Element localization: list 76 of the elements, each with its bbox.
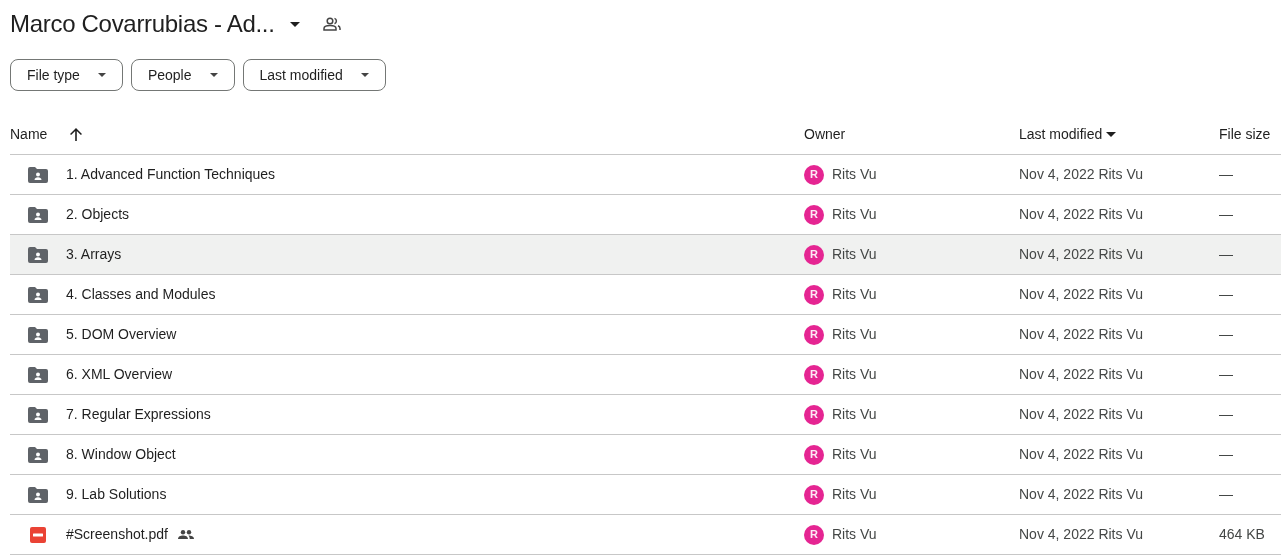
caret-icon [360, 73, 369, 77]
owner-name: Rits Vu [832, 405, 877, 424]
modified-date: Nov 4, 2022 Rits Vu [1019, 446, 1143, 462]
pdf-file-icon [30, 526, 46, 543]
file-size: — [1219, 286, 1233, 302]
shared-folder-icon [28, 286, 48, 303]
modified-date: Nov 4, 2022 Rits Vu [1019, 166, 1143, 182]
file-name: 6. XML Overview [66, 365, 173, 384]
avatar-icon: R [804, 164, 824, 185]
owner-name: Rits Vu [832, 285, 877, 304]
file-size: — [1219, 166, 1233, 182]
owner-name: Rits Vu [832, 365, 877, 384]
file-row[interactable]: 3. Arrays R Rits Vu Nov 4, 2022 Rits Vu — [10, 235, 1281, 275]
file-size: — [1219, 406, 1233, 422]
file-size: 464 KB [1219, 526, 1265, 542]
column-header[interactable]: File size [1219, 124, 1271, 145]
avatar-icon: R [804, 324, 824, 345]
modified-date: Nov 4, 2022 Rits Vu [1019, 486, 1143, 502]
file-size: — [1219, 326, 1233, 342]
avatar-icon: R [804, 204, 824, 225]
file-name: 7. Regular Expressions [66, 405, 211, 424]
modified-date: Nov 4, 2022 Rits Vu [1019, 526, 1143, 542]
column-header[interactable]: Name [10, 124, 48, 145]
owner-name: Rits Vu [832, 525, 877, 544]
people-icon[interactable] [322, 17, 341, 31]
avatar-icon: R [804, 404, 824, 425]
owner-name: Rits Vu [832, 485, 877, 504]
file-size: — [1219, 446, 1233, 462]
owner-name: Rits Vu [832, 165, 877, 184]
modified-date: Nov 4, 2022 Rits Vu [1019, 286, 1143, 302]
shared-folder-icon [28, 366, 48, 383]
owner-name: Rits Vu [832, 445, 877, 464]
filter-button[interactable]: Last modified [242, 59, 386, 91]
shared-folder-icon [28, 446, 48, 463]
file-name: 2. Objects [66, 205, 130, 224]
modified-date: Nov 4, 2022 Rits Vu [1019, 246, 1143, 262]
file-size: — [1219, 366, 1233, 382]
column-header[interactable]: Owner [804, 124, 846, 145]
file-name: 9. Lab Solutions [66, 485, 167, 504]
shared-folder-icon [28, 406, 48, 423]
avatar-icon: R [804, 284, 824, 305]
avatar-icon: R [804, 364, 824, 385]
file-name: 3. Arrays [66, 245, 122, 264]
file-name: #Screenshot.pdf [66, 525, 168, 544]
caret-icon [209, 73, 218, 77]
owner-name: Rits Vu [832, 325, 877, 344]
file-size: — [1219, 246, 1233, 262]
avatar-icon: R [804, 244, 824, 265]
sort-arrow-icon[interactable] [70, 128, 83, 141]
file-size: — [1219, 206, 1233, 222]
shared-folder-icon [28, 486, 48, 503]
shared-folder-icon [28, 246, 48, 263]
modified-date: Nov 4, 2022 Rits Vu [1019, 406, 1143, 422]
caret-icon [289, 21, 300, 27]
sort-caret-icon[interactable] [1106, 132, 1117, 137]
shared-folder-icon [28, 166, 48, 183]
modified-date: Nov 4, 2022 Rits Vu [1019, 206, 1143, 222]
caret-icon [97, 73, 106, 77]
filter-button[interactable]: File type [10, 59, 123, 91]
file-name: 8. Window Object [66, 445, 176, 464]
owner-name: Rits Vu [832, 245, 877, 264]
avatar-icon: R [804, 444, 824, 465]
modified-date: Nov 4, 2022 Rits Vu [1019, 366, 1143, 382]
file-size: — [1219, 486, 1233, 502]
file-name: 1. Advanced Function Techniques [66, 165, 276, 184]
folder-title: Marco Covarrubias - Ad... [10, 9, 275, 39]
avatar-icon: R [804, 484, 824, 505]
column-header[interactable]: Last modified [1019, 124, 1103, 145]
modified-date: Nov 4, 2022 Rits Vu [1019, 326, 1143, 342]
owner-name: Rits Vu [832, 205, 877, 224]
shared-folder-icon [28, 206, 48, 223]
shared-folder-icon [28, 326, 48, 343]
filter-button[interactable]: People [130, 59, 235, 91]
file-name: 5. DOM Overview [66, 325, 177, 344]
file-name: 4. Classes and Modules [66, 285, 216, 304]
avatar-icon: R [804, 524, 824, 545]
